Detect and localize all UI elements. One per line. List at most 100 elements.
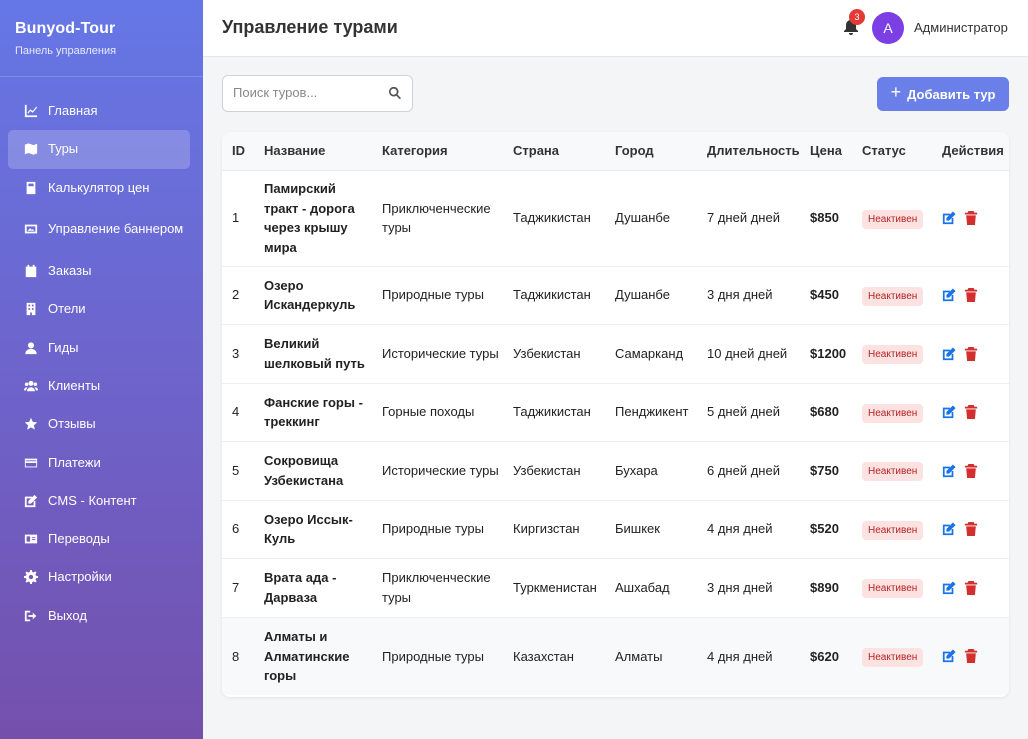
tours-table: ID Название Категория Страна Город Длите…: [222, 132, 1009, 695]
notification-badge: 3: [849, 9, 865, 25]
trash-icon[interactable]: [964, 522, 978, 536]
cell-category: Приключенческие туры: [372, 558, 503, 618]
tours-table-card: ID Название Категория Страна Город Длите…: [222, 132, 1009, 697]
cell-id: 5: [222, 441, 254, 501]
cell-actions: [932, 617, 1009, 695]
sidebar-item-label: Управление баннером: [48, 221, 184, 237]
table-row: 3 Великий шелковый путь Исторические туры У…: [222, 324, 1009, 384]
cell-id: 1: [222, 170, 254, 267]
cell-name: Врата ада - Дарваза: [254, 558, 372, 618]
cell-price: $680: [800, 383, 852, 442]
sidebar-item-hotels[interactable]: Отели: [8, 290, 190, 328]
header-category[interactable]: Категория: [372, 132, 503, 171]
trash-icon[interactable]: [964, 288, 978, 302]
cell-duration: 6 дней дней: [697, 441, 800, 501]
map-icon: [23, 141, 39, 157]
trash-icon[interactable]: [964, 211, 978, 225]
edit-icon[interactable]: [942, 649, 956, 663]
edit-icon[interactable]: [942, 580, 956, 595]
cell-actions: [932, 558, 1009, 618]
cell-status: Неактивен: [852, 170, 932, 267]
avatar[interactable]: A: [872, 12, 904, 44]
table-row: 2 Озеро Искандеркуль Природные туры Таджики…: [222, 266, 1009, 325]
cell-price: $750: [800, 441, 852, 501]
status-badge: Неактивен: [862, 209, 924, 229]
trash-icon[interactable]: [964, 580, 978, 595]
sidebar-item-reviews[interactable]: Отзывы: [8, 405, 190, 443]
cell-price: $1200: [800, 324, 852, 384]
trash-icon[interactable]: [964, 463, 978, 478]
row-actions: [942, 580, 1009, 595]
trash-icon[interactable]: [964, 405, 978, 419]
add-tour-button[interactable]: + Добавить тур: [877, 77, 1009, 111]
cell-actions: [932, 266, 1009, 325]
cell-price: $450: [800, 266, 852, 325]
row-actions: [942, 463, 1009, 478]
sidebar-item-price-calculator[interactable]: Калькулятор цен: [8, 169, 190, 207]
header-price[interactable]: Цена: [800, 132, 852, 171]
cell-country: Казахстан: [503, 617, 605, 695]
plus-icon: +: [890, 82, 902, 102]
status-badge: Неактивен: [862, 403, 924, 423]
cell-country: Туркменистан: [503, 558, 605, 618]
status-badge: Неактивен: [862, 579, 924, 598]
cell-city: Самарканд: [605, 324, 697, 384]
row-actions: [942, 211, 1009, 225]
edit-icon[interactable]: [942, 405, 956, 419]
sidebar-item-orders[interactable]: Заказы: [8, 252, 190, 290]
row-actions: [942, 405, 1009, 419]
sign-out-icon: [23, 608, 39, 624]
cell-actions: [932, 500, 1009, 559]
edit-icon[interactable]: [942, 463, 956, 478]
search-input[interactable]: [233, 85, 383, 100]
sidebar-nav: Главная Туры Калькулятор цен Управление …: [8, 92, 190, 635]
header-country[interactable]: Страна: [503, 132, 605, 171]
cell-id: 3: [222, 324, 254, 384]
cell-actions: [932, 441, 1009, 501]
sidebar-item-tours[interactable]: Туры: [8, 130, 190, 169]
status-badge: Неактивен: [862, 462, 924, 481]
star-icon: [23, 416, 39, 432]
sidebar-item-guides[interactable]: Гиды: [8, 328, 190, 366]
edit-icon[interactable]: [942, 211, 956, 225]
sidebar-item-home[interactable]: Главная: [8, 92, 190, 130]
header-id[interactable]: ID: [222, 132, 254, 171]
table-header-row: ID Название Категория Страна Город Длите…: [222, 132, 1009, 171]
row-actions: [942, 346, 1009, 361]
cell-name: Сокровища Узбекистана: [254, 441, 372, 501]
cog-icon: [23, 569, 39, 585]
cell-duration: 4 дня дней: [697, 500, 800, 559]
sidebar-item-translations[interactable]: Переводы: [8, 520, 190, 558]
search-icon[interactable]: [388, 86, 403, 101]
edit-icon[interactable]: [942, 346, 956, 361]
cell-city: Бишкек: [605, 500, 697, 559]
cell-category: Природные туры: [372, 266, 503, 325]
image-icon: [23, 221, 39, 237]
cell-actions: [932, 383, 1009, 442]
credit-card-icon: [23, 455, 39, 471]
cell-duration: 10 дней дней: [697, 324, 800, 384]
cell-country: Таджикистан: [503, 383, 605, 442]
header-city[interactable]: Город: [605, 132, 697, 171]
header-name[interactable]: Название: [254, 132, 372, 171]
header-status[interactable]: Статус: [852, 132, 932, 171]
trash-icon[interactable]: [964, 649, 978, 664]
sidebar-item-banner[interactable]: Управление баннером: [8, 207, 190, 252]
sidebar-item-clients[interactable]: Клиенты: [8, 367, 190, 405]
cell-price: $620: [800, 617, 852, 695]
sidebar-item-payments[interactable]: Платежи: [8, 443, 190, 481]
cell-city: Душанбе: [605, 170, 697, 267]
sidebar-item-logout[interactable]: Выход: [8, 597, 190, 635]
cell-duration: 7 дней дней: [697, 170, 800, 267]
edit-icon[interactable]: [942, 288, 956, 302]
cell-status: Неактивен: [852, 558, 932, 618]
sidebar-item-label: CMS - Контент: [48, 492, 137, 508]
sidebar-item-settings[interactable]: Настройки: [8, 558, 190, 596]
user-name[interactable]: Администратор: [914, 20, 1008, 35]
sidebar-item-label: Заказы: [48, 263, 92, 279]
row-actions: [942, 649, 1009, 664]
header-duration[interactable]: Длительность: [697, 132, 800, 171]
edit-icon[interactable]: [942, 522, 956, 536]
trash-icon[interactable]: [964, 346, 978, 361]
sidebar-item-cms[interactable]: CMS - Контент: [8, 482, 190, 520]
